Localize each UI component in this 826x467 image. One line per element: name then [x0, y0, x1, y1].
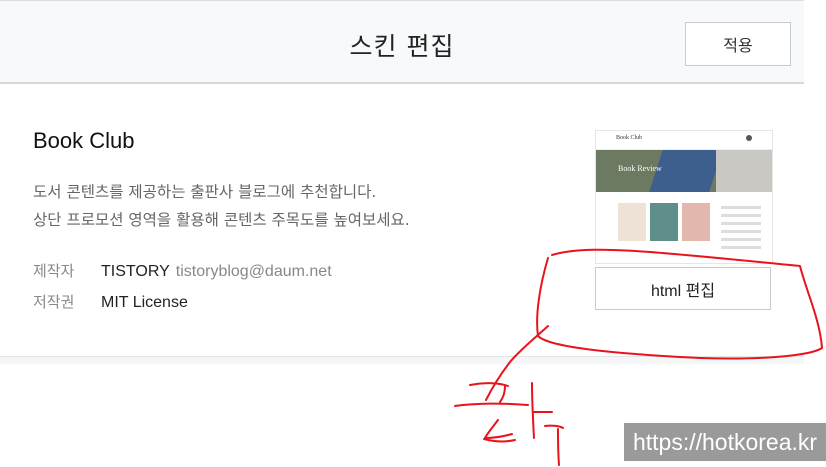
thumbnail-avatar — [746, 135, 752, 141]
skin-thumbnail: Book Club Book Review — [595, 130, 773, 264]
html-edit-label: html 편집 — [650, 282, 716, 300]
author-row: 제작자 TISTORY tistoryblog@daum.net — [33, 260, 332, 281]
license-row: 저작권 MIT License — [33, 291, 188, 312]
author-label: 제작자 — [33, 262, 75, 280]
description-line: 도서 콘텐츠를 제공하는 출판사 블로그에 추천합니다. — [33, 183, 377, 201]
watermark: https://hotkorea.kr — [624, 423, 826, 461]
thumbnail-book — [650, 203, 678, 241]
skin-name: Book Club — [33, 128, 135, 153]
section-divider — [0, 357, 804, 364]
thumbnail-book — [618, 203, 646, 241]
handwriting-annotation — [454, 382, 564, 466]
thumbnail-hero: Book Review — [596, 150, 772, 192]
thumbnail-sidebar — [721, 201, 761, 259]
thumbnail-book — [682, 203, 710, 241]
author-name: TISTORY — [101, 263, 170, 280]
top-bar: 스킨 편집 적용 — [0, 0, 804, 84]
thumbnail-hero-text: Book Review — [618, 164, 662, 173]
page-title: 스킨 편집 — [349, 32, 455, 61]
html-edit-button[interactable]: html 편집 — [595, 267, 771, 310]
author-email: tistoryblog@daum.net — [175, 263, 332, 280]
license-value: MIT License — [101, 294, 188, 311]
skin-card: Book Club 도서 콘텐츠를 제공하는 출판사 블로그에 추천합니다. 상… — [0, 86, 804, 357]
apply-button[interactable]: 적용 — [685, 22, 791, 66]
thumbnail-logo: Book Club — [616, 135, 643, 141]
skin-description: 도서 콘텐츠를 제공하는 출판사 블로그에 추천합니다. 상단 프로모션 영역을… — [33, 178, 410, 234]
license-label: 저작권 — [33, 293, 75, 311]
description-line: 상단 프로모션 영역을 활용해 콘텐츠 주목도를 높여보세요. — [33, 211, 410, 229]
thumbnail-header: Book Club — [596, 131, 772, 150]
